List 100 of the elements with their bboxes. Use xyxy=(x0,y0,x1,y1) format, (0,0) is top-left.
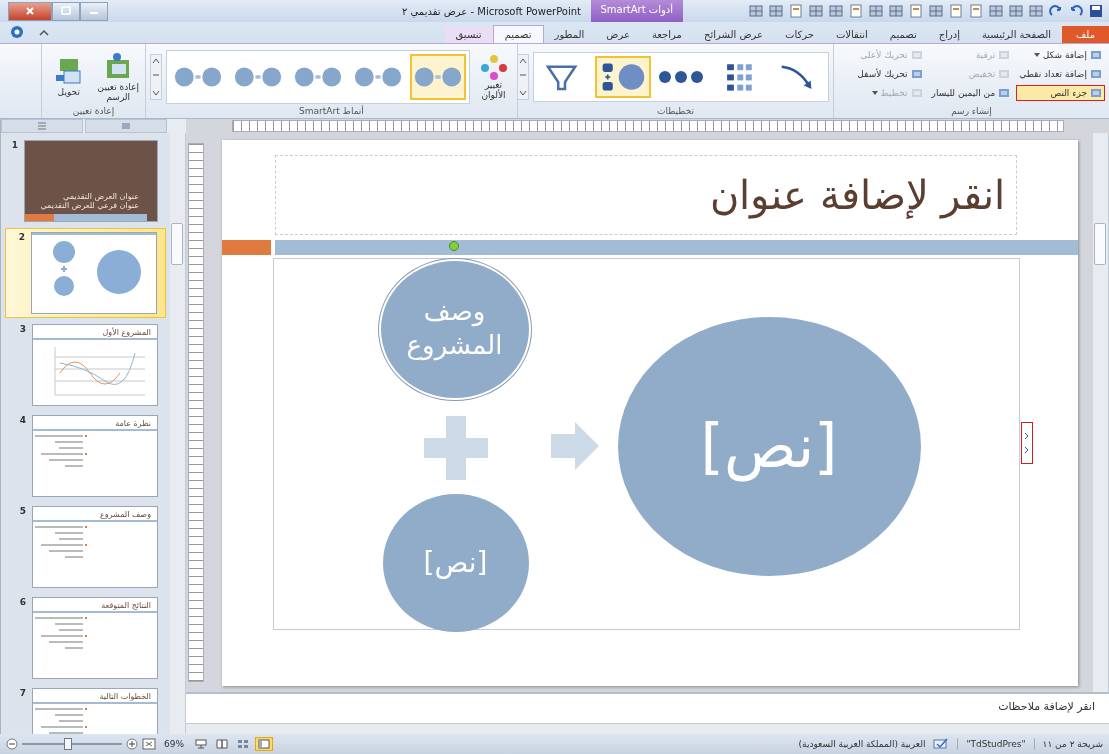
slide-thumbnail[interactable]: النتائج المتوقعة xyxy=(32,597,158,679)
slide-counter: شريحة ٢ من ١١ xyxy=(1042,739,1103,749)
list-icon xyxy=(910,87,923,99)
zoom-in-icon[interactable] xyxy=(126,738,138,750)
document-icon[interactable] xyxy=(849,4,863,18)
ribbon-tab[interactable]: حركات xyxy=(774,26,825,43)
save-icon[interactable] xyxy=(1089,4,1103,18)
ribbon-button[interactable]: من اليمين لليسار xyxy=(928,85,1014,101)
text-pane-button[interactable] xyxy=(1020,421,1033,464)
grid-icon[interactable] xyxy=(1029,4,1043,18)
grid-icon[interactable] xyxy=(869,4,883,18)
reset-graphic-button[interactable]: إعادة تعيين الرسم xyxy=(95,51,141,102)
ribbon-tab[interactable]: عرض xyxy=(595,26,641,43)
outline-tab[interactable] xyxy=(1,119,83,133)
ribbon-button[interactable]: تحريك لأسفل xyxy=(854,66,926,82)
undo-icon[interactable] xyxy=(1069,4,1083,18)
title-placeholder[interactable]: انقر لإضافة عنوان xyxy=(274,154,1017,235)
slide-number: 7 xyxy=(18,688,26,698)
spellcheck-icon[interactable] xyxy=(933,738,950,750)
document-icon[interactable] xyxy=(949,4,963,18)
ribbon-button[interactable]: إضافة تعداد نقطي xyxy=(1016,66,1105,82)
zoom-out-icon[interactable] xyxy=(6,738,18,750)
document-icon[interactable] xyxy=(909,4,923,18)
ribbon-tab[interactable]: مراجعة xyxy=(640,26,693,43)
text-lines-drawing xyxy=(33,616,89,650)
ribbon-tab[interactable]: انتقالات xyxy=(824,26,879,43)
group-label: إعادة تعيين xyxy=(71,106,116,118)
ribbon-tab[interactable]: المطور xyxy=(543,26,596,43)
ribbon-tab[interactable]: الصفحة الرئيسية xyxy=(970,26,1062,43)
thumbnail-scrollbar[interactable] xyxy=(170,133,186,734)
grid-icon[interactable] xyxy=(989,4,1003,18)
minimize-button[interactable] xyxy=(80,1,108,21)
ribbon-tab[interactable]: ملف xyxy=(1061,26,1109,43)
grid-icon[interactable] xyxy=(829,4,843,18)
grid-icon[interactable] xyxy=(929,4,943,18)
grid-icon[interactable] xyxy=(809,4,823,18)
slide-thumbnail[interactable]: المشروع الأول xyxy=(32,324,158,406)
grid-icon[interactable] xyxy=(749,4,763,18)
text-lines-drawing xyxy=(33,525,89,559)
grid-icon[interactable] xyxy=(769,4,783,18)
group-label: تخطيطات xyxy=(656,106,695,118)
book-icon xyxy=(216,739,228,749)
ribbon-tab[interactable]: تصميم xyxy=(492,25,544,43)
thumbnail-text: عنوان العرض التقديمي xyxy=(63,192,139,201)
ribbon-button[interactable]: إضافة شكل xyxy=(1016,47,1105,63)
close-icon xyxy=(25,6,35,16)
zoom-slider-thumb[interactable] xyxy=(64,738,72,750)
help-icon[interactable] xyxy=(10,25,24,39)
list-icon xyxy=(998,49,1011,61)
maximize-button[interactable] xyxy=(52,1,80,21)
screen-icon xyxy=(195,739,207,749)
slideshow-button[interactable] xyxy=(192,737,210,751)
text-lines-drawing xyxy=(33,707,89,734)
language-indicator[interactable]: العربية (المملكة العربية السعودية) xyxy=(798,739,926,749)
style-option[interactable] xyxy=(410,53,466,100)
thumbnail-title: نظرة عامة xyxy=(114,418,152,429)
horizontal-scrollbar[interactable] xyxy=(186,723,1109,734)
gallery-scroll-button[interactable] xyxy=(517,53,529,100)
slide-number: 6 xyxy=(18,597,26,607)
thumbnail-title: النتائج المتوقعة xyxy=(100,600,152,611)
slide-icon xyxy=(121,121,131,131)
list-icon xyxy=(910,49,923,61)
grid-icon[interactable] xyxy=(889,4,903,18)
slide-number: 2 xyxy=(17,232,25,242)
redo-icon[interactable] xyxy=(1049,4,1063,18)
change-colors-button[interactable]: تغيير الألوان xyxy=(474,53,513,100)
ribbon-button[interactable]: جزء النص xyxy=(1016,85,1105,101)
vertical-scrollbar[interactable] xyxy=(1093,133,1109,692)
ribbon-tab[interactable]: عرض الشرائح xyxy=(692,26,774,43)
thumbnail-title: الخطوات التالية xyxy=(98,691,152,702)
normal-view-button[interactable] xyxy=(255,737,273,751)
zoom-level[interactable]: 69% xyxy=(164,739,184,749)
convert-button[interactable]: تحويل xyxy=(46,56,92,97)
layout-option[interactable] xyxy=(595,55,651,98)
slide-thumbnail[interactable]: وصف المشروع xyxy=(32,506,158,588)
gallery-scroll-button[interactable] xyxy=(150,53,162,100)
slide-number: 5 xyxy=(18,506,26,516)
grid-icon[interactable] xyxy=(1009,4,1023,18)
grid-icon xyxy=(237,739,249,749)
convert-icon xyxy=(53,56,84,87)
window-icon xyxy=(258,739,270,749)
slide-thumbnail[interactable]: عنوان العرض التقديمي عنوان فرعي للعرض التقديمي xyxy=(24,140,158,222)
slide-thumbnail[interactable] xyxy=(31,232,157,314)
reading-view-button[interactable] xyxy=(213,737,231,751)
theme-name: "TdStudPres" xyxy=(966,739,1026,749)
ribbon-tab[interactable]: تصميم xyxy=(878,26,928,43)
lines-icon xyxy=(37,121,47,131)
list-icon xyxy=(998,68,1011,80)
fit-slide-icon[interactable] xyxy=(142,738,156,750)
slide-thumbnail[interactable]: نظرة عامة xyxy=(32,415,158,497)
rotation-handle[interactable] xyxy=(448,240,459,251)
contextual-tab-label: أدوات SmartArt xyxy=(591,0,683,22)
close-button[interactable] xyxy=(8,1,52,21)
slides-tab[interactable] xyxy=(85,119,167,133)
thumbnail-text: عنوان فرعي للعرض التقديمي xyxy=(39,201,139,210)
slide-thumbnail[interactable]: الخطوات التالية xyxy=(32,688,158,734)
ribbon-tab[interactable]: تنسيق xyxy=(444,26,493,43)
document-icon[interactable] xyxy=(969,4,983,18)
ribbon-tab[interactable]: إدراج xyxy=(927,26,971,43)
document-icon[interactable] xyxy=(789,4,803,18)
